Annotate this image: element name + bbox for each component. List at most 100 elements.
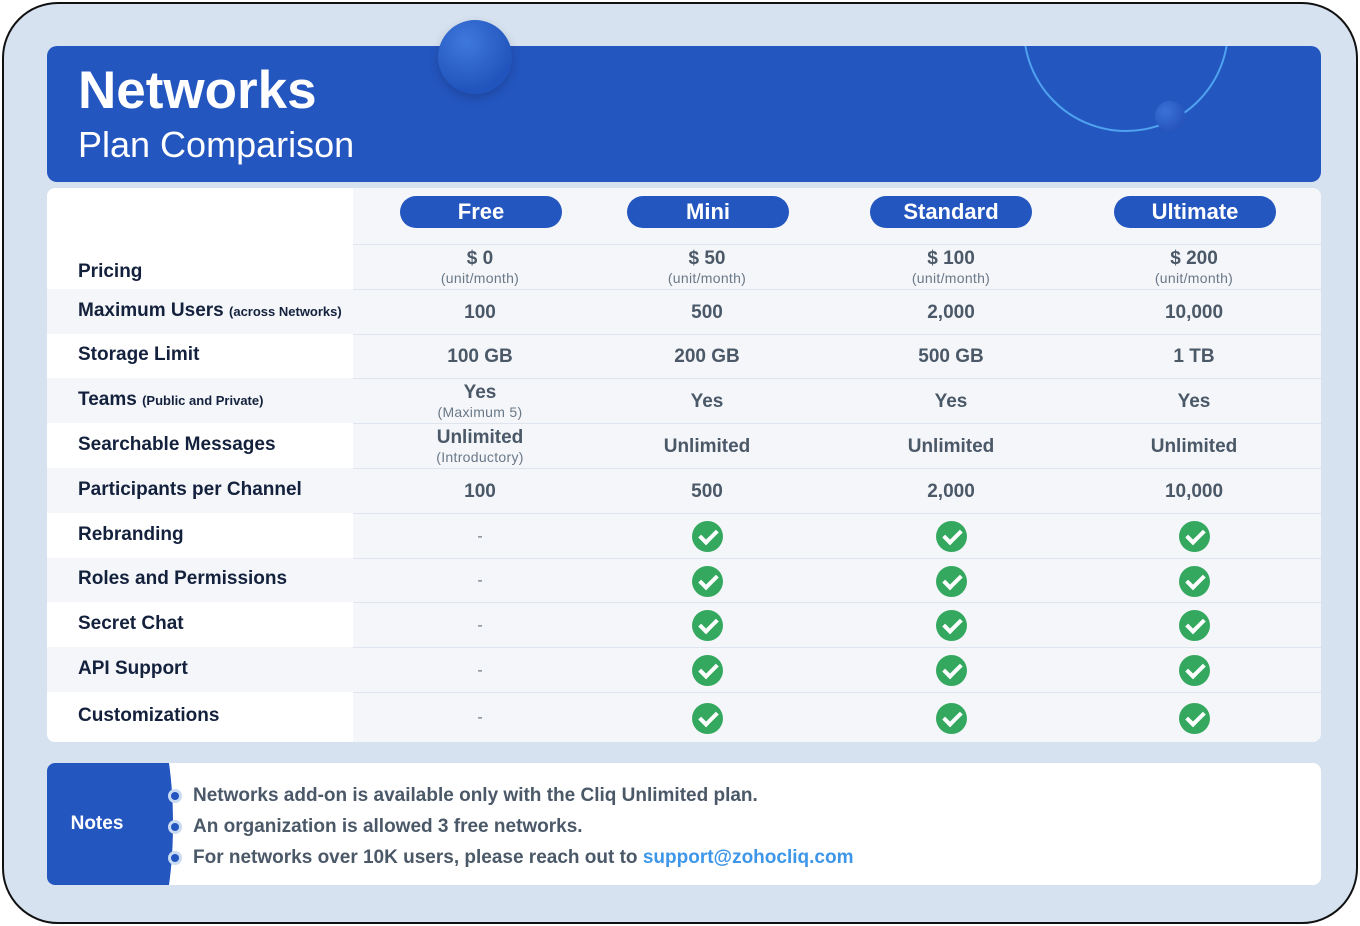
- cell-value: Yes: [1177, 391, 1211, 412]
- feature-name: Teams: [78, 389, 137, 410]
- plan-value-cell: Unlimited: [1074, 424, 1314, 468]
- feature-label: API Support: [78, 658, 188, 680]
- notes-label: Notes: [47, 763, 147, 885]
- cell-value: Unlimited: [663, 436, 751, 457]
- cell-subvalue: (unit/month): [440, 270, 520, 286]
- decorative-ring: [1023, 46, 1229, 132]
- plan-value-cell: 10,000: [1074, 290, 1314, 334]
- table-row: Customizations -: [47, 692, 1321, 742]
- plan-value-cell: [1074, 693, 1314, 742]
- cell-value: 1 TB: [1173, 346, 1215, 367]
- page-frame: Networks Plan Comparison Free Mini Stand…: [2, 2, 1358, 924]
- plan-value-cell: Unlimited: [831, 424, 1071, 468]
- plan-value-cell: [831, 603, 1071, 647]
- check-icon: [935, 521, 967, 552]
- feature-cell: Customizations: [47, 692, 353, 742]
- plan-value-cell: [1074, 559, 1314, 602]
- value-cells: -: [353, 602, 1321, 647]
- check-icon: [935, 703, 967, 734]
- plan-value-cell: $ 200 (unit/month): [1074, 245, 1314, 289]
- plan-value-cell: [587, 559, 827, 602]
- feature-cell: Searchable Messages: [47, 423, 353, 468]
- plan-value-cell: 2,000: [831, 290, 1071, 334]
- plan-header-free: Free: [400, 196, 562, 228]
- cell-value: 500 GB: [918, 346, 984, 367]
- cell-value: 100 GB: [447, 346, 513, 367]
- plan-value-cell: [587, 693, 827, 742]
- table-row: Secret Chat -: [47, 602, 1321, 647]
- feature-cell: API Support: [47, 647, 353, 692]
- check-icon: [935, 610, 967, 641]
- feature-name: Searchable Messages: [78, 434, 276, 455]
- feature-name: Pricing: [78, 261, 143, 282]
- decorative-ball: [438, 20, 512, 94]
- table-row: Teams (Public and Private) Yes (Maximum 5)…: [47, 378, 1321, 423]
- cell-value: Unlimited: [1150, 436, 1238, 457]
- plan-value-cell: [1074, 648, 1314, 692]
- cell-subvalue: (unit/month): [667, 270, 747, 286]
- plan-value-cell: [831, 693, 1071, 742]
- cell-value: 200 GB: [674, 346, 740, 367]
- feature-label: Roles and Permissions: [78, 568, 287, 590]
- plan-value-cell: [831, 559, 1071, 602]
- plan-value-cell: [587, 603, 827, 647]
- value-cells: 100 500 2,000 10,000: [353, 468, 1321, 513]
- cell-value: Unlimited: [436, 427, 524, 448]
- page-subtitle: Plan Comparison: [78, 124, 355, 165]
- plan-value-cell: 500 GB: [831, 335, 1071, 378]
- feature-cell: Maximum Users (across Networks): [47, 289, 353, 334]
- plan-value-cell: [1074, 514, 1314, 558]
- plan-value-cell: [1074, 603, 1314, 647]
- plan-value-cell: Yes (Maximum 5): [360, 379, 600, 423]
- cell-value: $ 100: [927, 248, 975, 269]
- check-icon: [691, 521, 723, 552]
- cell-value: Yes: [463, 382, 497, 403]
- plan-header-mini: Mini: [627, 196, 789, 228]
- plan-value-cell: 2,000: [831, 469, 1071, 513]
- cell-subvalue: (Introductory): [436, 449, 524, 465]
- feature-name: Rebranding: [78, 524, 184, 545]
- check-icon: [691, 610, 723, 641]
- value-cells: Yes (Maximum 5) Yes Yes Yes: [353, 378, 1321, 423]
- plan-value-cell: 10,000: [1074, 469, 1314, 513]
- plan-value-cell: 200 GB: [587, 335, 827, 378]
- plan-value-cell: [831, 648, 1071, 692]
- cell-value: Yes: [934, 391, 968, 412]
- note-text: An organization is allowed 3 free networ…: [193, 816, 583, 837]
- page-title: Networks: [78, 61, 317, 120]
- plan-value-cell: -: [360, 603, 600, 647]
- plan-value-cell: [587, 514, 827, 558]
- notes-panel: Notes Networks add-on is available only …: [47, 763, 1321, 885]
- plan-value-cell: Yes: [587, 379, 827, 423]
- not-available-dash: -: [477, 528, 483, 545]
- feature-name: API Support: [78, 658, 188, 679]
- plan-value-cell: 100: [360, 290, 600, 334]
- feature-name: Roles and Permissions: [78, 568, 288, 589]
- feature-label: Storage Limit: [78, 344, 199, 366]
- feature-cell: Storage Limit: [47, 334, 353, 378]
- note-text: For networks over 10K users, please reac…: [193, 847, 638, 868]
- check-icon: [1178, 655, 1210, 686]
- note-item: Networks add-on is available only with t…: [171, 783, 853, 814]
- header-banner: Networks Plan Comparison: [47, 46, 1321, 182]
- not-available-dash: -: [477, 572, 483, 589]
- cell-value: 2,000: [927, 302, 975, 323]
- cell-value: $ 200: [1170, 248, 1218, 269]
- check-icon: [691, 703, 723, 734]
- support-email-link[interactable]: support@zohocliq.com: [643, 847, 854, 868]
- table-row: Searchable Messages Unlimited (Introductor…: [47, 423, 1321, 468]
- feature-label: Customizations: [78, 705, 219, 727]
- note-item: An organization is allowed 3 free networ…: [171, 814, 853, 845]
- feature-label: Pricing: [78, 261, 142, 283]
- cell-value: 10,000: [1164, 302, 1224, 323]
- table-row: Storage Limit 100 GB 200 GB 500 GB 1 TB: [47, 334, 1321, 378]
- cell-value: 100: [464, 481, 496, 502]
- note-item: For networks over 10K users, please reac…: [171, 845, 853, 876]
- feature-cell: Participants per Channel: [47, 468, 353, 513]
- feature-label: Secret Chat: [78, 613, 184, 635]
- check-icon: [935, 655, 967, 686]
- feature-name: Participants per Channel: [78, 479, 302, 500]
- plan-value-cell: -: [360, 559, 600, 602]
- plan-header-standard: Standard: [870, 196, 1032, 228]
- plan-value-cell: 100 GB: [360, 335, 600, 378]
